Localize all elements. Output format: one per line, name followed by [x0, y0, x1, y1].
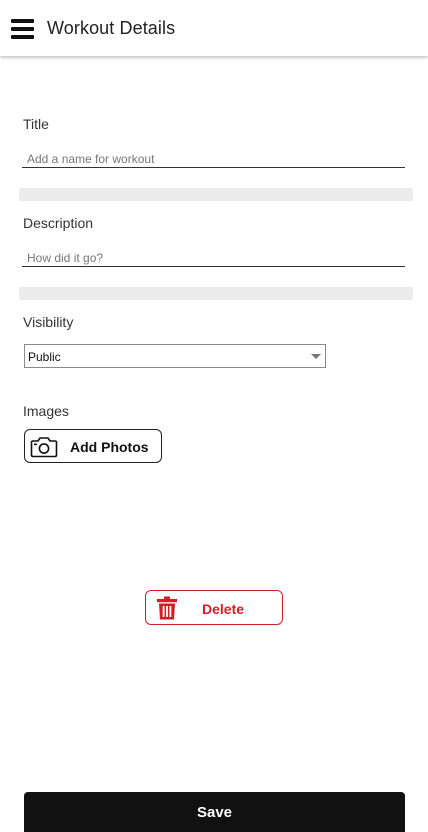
- description-input[interactable]: [22, 249, 405, 267]
- title-label: Title: [23, 116, 49, 132]
- delete-button[interactable]: Delete: [145, 590, 283, 625]
- add-photos-button[interactable]: Add Photos: [24, 429, 162, 463]
- visibility-selected-value: Public: [28, 350, 61, 364]
- images-label: Images: [23, 403, 69, 419]
- visibility-label: Visibility: [23, 314, 74, 330]
- camera-icon: [30, 437, 58, 458]
- hamburger-menu-icon[interactable]: [10, 18, 36, 40]
- title-input[interactable]: [22, 150, 405, 168]
- section-separator: [19, 287, 413, 300]
- trash-icon: [157, 596, 177, 620]
- save-label: Save: [196, 804, 233, 821]
- dropdown-arrow-icon: [311, 354, 321, 359]
- page-title: Workout Details: [47, 18, 176, 38]
- delete-label: Delete: [202, 601, 245, 617]
- section-separator: [19, 188, 413, 201]
- app-bar: Workout Details: [0, 0, 428, 56]
- description-label: Description: [23, 215, 94, 231]
- add-photos-label: Add Photos: [70, 439, 149, 455]
- visibility-select[interactable]: Public: [24, 344, 326, 368]
- save-button[interactable]: Save: [24, 792, 405, 832]
